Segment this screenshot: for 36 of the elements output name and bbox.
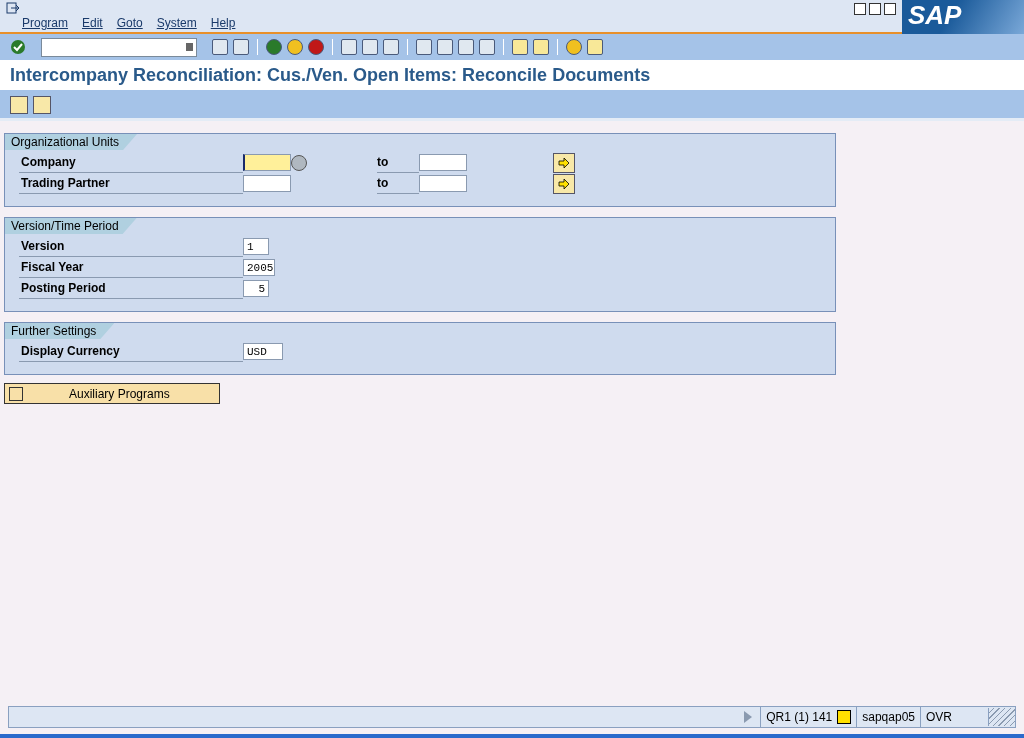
group-title: Further Settings xyxy=(5,323,115,339)
auxiliary-programs-button[interactable]: Auxiliary Programs xyxy=(4,383,220,404)
input-field[interactable] xyxy=(243,154,291,171)
field-label: Version xyxy=(19,236,243,257)
arrow-icon xyxy=(558,178,570,189)
input-field[interactable]: USD xyxy=(243,343,283,360)
matchcode-icon[interactable] xyxy=(291,154,307,171)
field-label: Trading Partner xyxy=(19,173,243,194)
resize-grip-icon[interactable] xyxy=(988,708,1015,726)
multiple-selection-button[interactable] xyxy=(553,173,575,194)
arrow-icon xyxy=(558,157,570,168)
input-field[interactable] xyxy=(243,175,291,192)
multiple-selection-button[interactable] xyxy=(553,152,575,173)
sap-logo: SAP xyxy=(902,0,1024,34)
input-field[interactable] xyxy=(419,175,467,192)
server-name: sapqap05 xyxy=(856,707,920,727)
group-title: Organizational Units xyxy=(5,134,138,150)
menu-item[interactable]: Edit xyxy=(82,16,103,30)
input-field[interactable]: 1 xyxy=(243,238,269,255)
command-field[interactable] xyxy=(41,37,197,57)
menu-item[interactable]: System xyxy=(156,16,197,30)
enter-icon[interactable] xyxy=(10,39,26,55)
menu-item[interactable]: Help xyxy=(210,16,236,30)
group-title: Version/Time Period xyxy=(5,218,137,234)
menu-item[interactable]: Program xyxy=(22,16,68,30)
field-label: Fiscal Year xyxy=(19,257,243,278)
menu-icon[interactable] xyxy=(6,2,20,14)
field-label: Display Currency xyxy=(19,341,243,362)
field-label: Posting Period xyxy=(19,278,243,299)
input-mode: OVR xyxy=(920,707,957,727)
input-field[interactable]: 5 xyxy=(243,280,269,297)
input-field[interactable]: 2005 xyxy=(243,259,275,276)
field-label: Company xyxy=(19,152,243,173)
screen-title: Intercompany Reconciliation: Cus./Ven. Open Items: Reconcile Documents xyxy=(10,64,651,86)
menu-item[interactable]: Goto xyxy=(116,16,143,30)
input-field[interactable] xyxy=(419,154,467,171)
